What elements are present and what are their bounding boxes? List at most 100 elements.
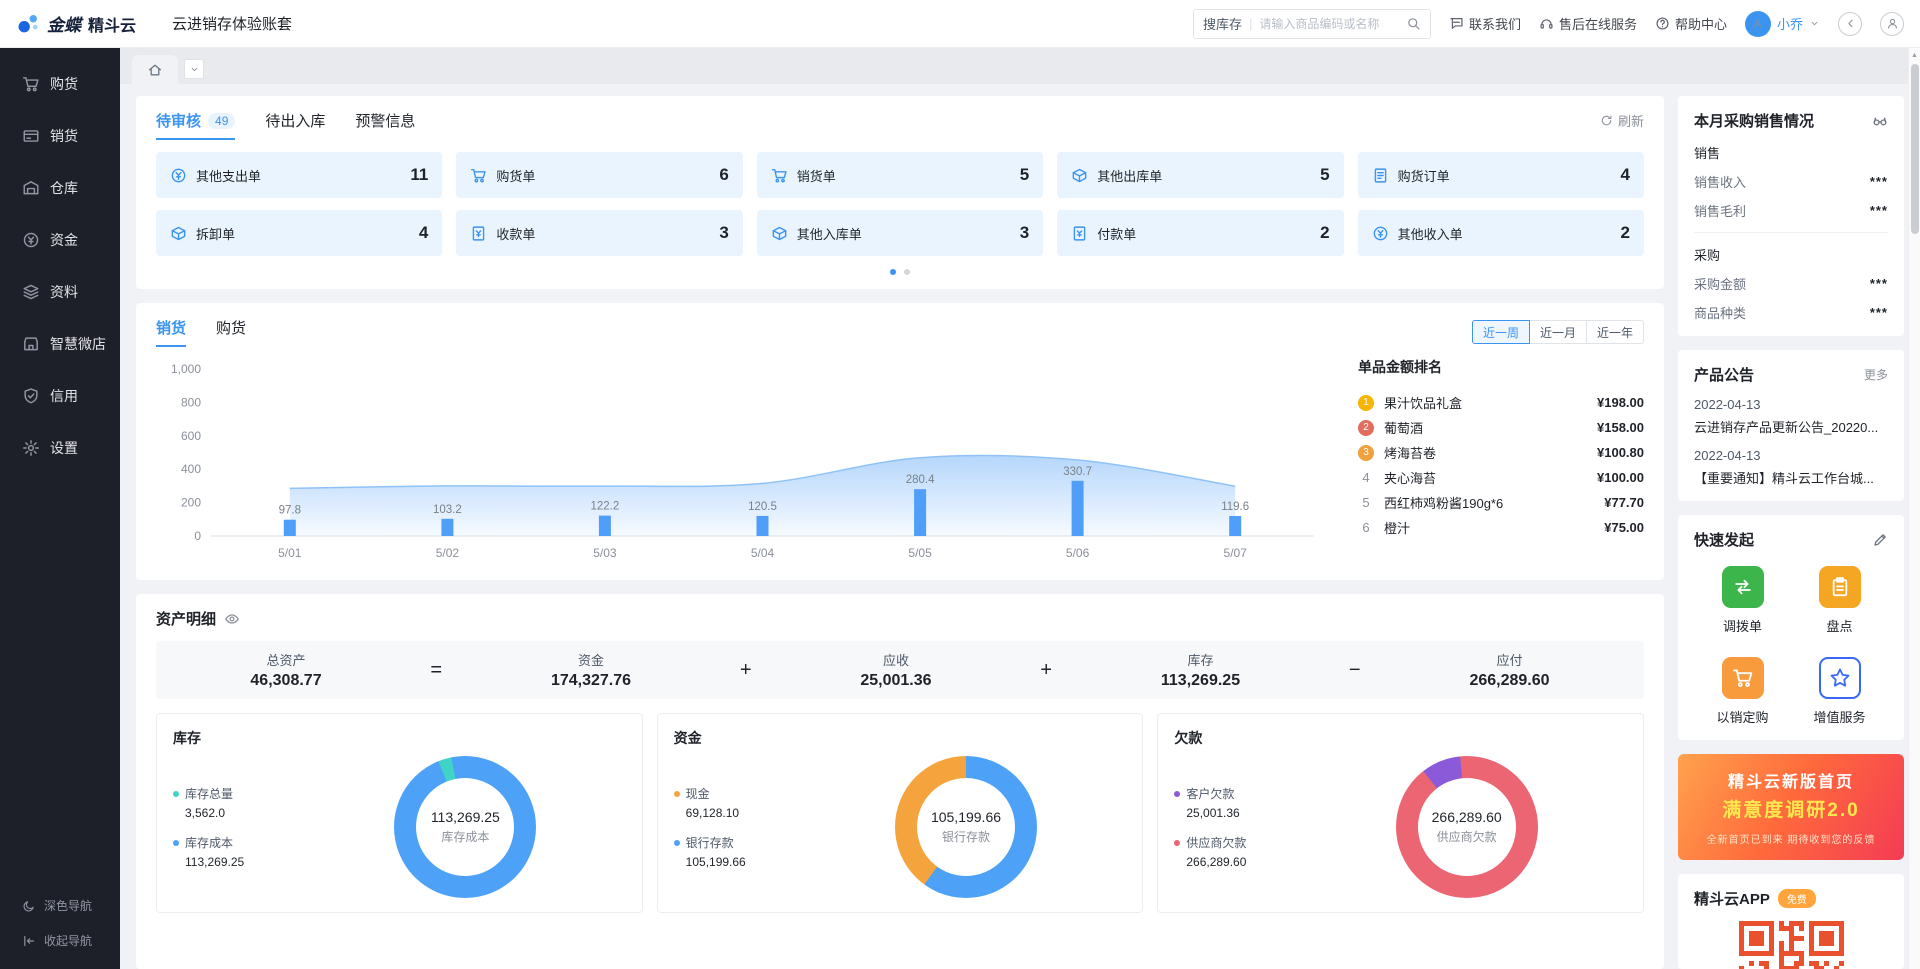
tile-payment-bill[interactable]: 付款单2 <box>1057 210 1343 256</box>
inventory-search[interactable]: 搜库存 | <box>1193 9 1431 39</box>
user-menu[interactable]: 小乔 <box>1745 11 1820 37</box>
survey-banner[interactable]: 精斗云新版首页 满意度调研2.0 全新首页已到来 期待收到您的反馈 <box>1678 754 1904 860</box>
app-logo[interactable]: 金蝶 精斗云 <box>0 11 158 36</box>
summary-row: 采购金额*** <box>1694 274 1888 293</box>
ranking-row[interactable]: 6橙汁¥75.00 <box>1358 515 1644 540</box>
pending-tab-2[interactable]: 预警信息 <box>355 110 415 140</box>
headset-icon <box>1539 16 1554 31</box>
svg-text:119.6: 119.6 <box>1221 501 1249 513</box>
home-icon <box>147 62 163 78</box>
month-summary-card: 本月采购销售情况 销售销售收入***销售毛利***采购采购金额***商品种类**… <box>1678 96 1904 336</box>
sidebar-item-sales[interactable]: 销货 <box>0 110 120 162</box>
tile-purchase-bill[interactable]: 购货单6 <box>456 152 742 198</box>
glasses-icon[interactable] <box>1872 113 1888 129</box>
quick-actions-card: 快速发起 调拨单盘点以销定购增值服务 <box>1678 515 1904 740</box>
eye-icon[interactable] <box>224 611 240 627</box>
quick-action-stocktake[interactable]: 盘点 <box>1791 566 1888 635</box>
tile-count: 4 <box>419 223 428 243</box>
svg-text:103.2: 103.2 <box>433 504 462 516</box>
tile-purchase-order[interactable]: 购货订单4 <box>1358 152 1644 198</box>
metric-value: 266,289.60 <box>1469 672 1549 690</box>
quick-action-sales-driven-purchase[interactable]: 以销定购 <box>1694 657 1791 726</box>
tile-other-income-bill[interactable]: 其他收入单2 <box>1358 210 1644 256</box>
product-name: 烤海苔卷 <box>1384 443 1587 462</box>
top-header: 金蝶 精斗云 云进销存体验账套 搜库存 | 联系我们 售后在线服务 帮助中心 小… <box>0 0 1920 48</box>
announcement-item[interactable]: 2022-04-13【重要通知】精斗云工作台城... <box>1694 448 1888 487</box>
trend-tab-0[interactable]: 销货 <box>156 317 186 347</box>
pending-tab-1[interactable]: 待出入库 <box>265 110 325 140</box>
purchase-icon <box>22 75 40 93</box>
scroll-up-arrow[interactable]: ▲ <box>1909 48 1920 62</box>
sidebar-item-settings[interactable]: 设置 <box>0 422 120 474</box>
product-name: 果汁饮品礼盒 <box>1384 393 1587 412</box>
ranking-row[interactable]: 1果汁饮品礼盒¥198.00 <box>1358 390 1644 415</box>
legend-dot <box>1174 840 1180 846</box>
announcement-item[interactable]: 2022-04-13云进销存产品更新公告_20220... <box>1694 397 1888 436</box>
header-actions: 搜库存 | 联系我们 售后在线服务 帮助中心 小乔 <box>1193 9 1920 39</box>
sidebar-footer-collapse-nav[interactable]: 收起导航 <box>22 932 120 949</box>
sidebar-footer-dark-nav[interactable]: 深色导航 <box>22 897 120 914</box>
sidebar-item-warehouse[interactable]: 仓库 <box>0 162 120 214</box>
micro-store-icon <box>22 335 40 353</box>
other-outbound-bill-icon <box>1071 167 1088 184</box>
sidebar-item-credit[interactable]: 信用 <box>0 370 120 422</box>
account-set-name[interactable]: 云进销存体验账套 <box>172 13 292 34</box>
range-button-0[interactable]: 近一周 <box>1472 320 1530 344</box>
legend-item: 库存成本113,269.25 <box>173 834 305 869</box>
after-sales-service-link[interactable]: 售后在线服务 <box>1539 14 1637 33</box>
quick-action-transfer-order[interactable]: 调拨单 <box>1694 566 1791 635</box>
refresh-button[interactable]: 刷新 <box>1600 111 1644 139</box>
trend-tabs: 销货购货 <box>156 317 246 347</box>
svg-text:0: 0 <box>194 529 201 543</box>
page-dot-1[interactable] <box>890 269 896 275</box>
pending-tab-0[interactable]: 待审核49 <box>156 110 235 140</box>
ranking-row[interactable]: 2葡萄酒¥158.00 <box>1358 415 1644 440</box>
chevron-down-icon <box>1809 18 1820 29</box>
avatar <box>1745 11 1771 37</box>
metric-value: 174,327.76 <box>551 672 631 690</box>
tile-other-expense-bill[interactable]: 其他支出单11 <box>156 152 442 198</box>
tab-dropdown[interactable] <box>184 59 204 79</box>
page-dot-2[interactable] <box>904 269 910 275</box>
ranking-row[interactable]: 5西红柿鸡粉酱190g*6¥77.70 <box>1358 490 1644 515</box>
trend-tab-1[interactable]: 购货 <box>216 317 246 347</box>
tile-disassembly-bill[interactable]: 拆卸单4 <box>156 210 442 256</box>
legend-dot <box>674 791 680 797</box>
quick-actions-title: 快速发起 <box>1694 529 1754 550</box>
ranking-rows: 1果汁饮品礼盒¥198.002葡萄酒¥158.003烤海苔卷¥100.804夹心… <box>1358 390 1644 540</box>
legend-item: 现金69,128.10 <box>674 785 806 820</box>
range-button-1[interactable]: 近一月 <box>1529 320 1587 344</box>
back-button[interactable] <box>1838 12 1862 36</box>
sales-bill-icon <box>771 167 788 184</box>
more-link[interactable]: 更多 <box>1864 366 1888 383</box>
ranking-row[interactable]: 3烤海苔卷¥100.80 <box>1358 440 1644 465</box>
scrollbar[interactable]: ▲ <box>1908 48 1920 969</box>
product-name: 夹心海苔 <box>1384 468 1587 487</box>
sidebar-item-purchase[interactable]: 购货 <box>0 58 120 110</box>
operator: + <box>1040 659 1052 682</box>
tile-label: 收款单 <box>496 224 535 243</box>
range-button-2[interactable]: 近一年 <box>1586 320 1644 344</box>
tile-sales-bill[interactable]: 销货单5 <box>757 152 1043 198</box>
metric-label: 库存 <box>1161 650 1240 669</box>
tile-other-outbound-bill[interactable]: 其他出库单5 <box>1057 152 1343 198</box>
warehouse-icon <box>22 179 40 197</box>
account-button[interactable] <box>1880 12 1904 36</box>
tile-receipt-bill[interactable]: 收款单3 <box>456 210 742 256</box>
search-category[interactable]: 搜库存 <box>1203 14 1242 33</box>
tile-other-inbound-bill[interactable]: 其他入库单3 <box>757 210 1043 256</box>
help-center-link[interactable]: 帮助中心 <box>1655 14 1727 33</box>
sidebar-item-data[interactable]: 资料 <box>0 266 120 318</box>
pencil-icon[interactable] <box>1872 532 1888 548</box>
home-tab[interactable] <box>132 55 178 84</box>
scroll-thumb[interactable] <box>1911 64 1919 234</box>
quick-action-value-added-service[interactable]: 增值服务 <box>1791 657 1888 726</box>
ranking-row[interactable]: 4夹心海苔¥100.00 <box>1358 465 1644 490</box>
sidebar-item-micro-store[interactable]: 智慧微店 <box>0 318 120 370</box>
product-name: 葡萄酒 <box>1384 418 1587 437</box>
search-icon[interactable] <box>1406 16 1421 31</box>
search-input[interactable] <box>1259 17 1399 31</box>
contact-us-link[interactable]: 联系我们 <box>1449 14 1521 33</box>
sidebar-item-funds[interactable]: 资金 <box>0 214 120 266</box>
medal-icon: 1 <box>1358 395 1374 411</box>
